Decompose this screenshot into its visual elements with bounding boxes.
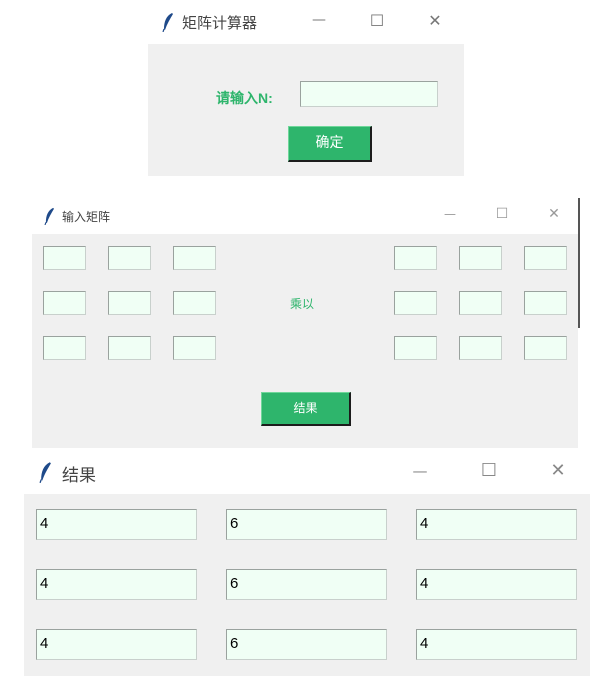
matrix-a-cell[interactable] — [43, 291, 86, 315]
matrix-a-cell[interactable] — [173, 246, 216, 270]
matrix-a-cell[interactable] — [173, 336, 216, 360]
title-bar[interactable]: 结果 — ☐ ✕ — [24, 450, 590, 494]
result-cell[interactable]: 4 — [36, 509, 197, 540]
matrix-a-cell[interactable] — [173, 291, 216, 315]
matrix-b-cell[interactable] — [394, 336, 437, 360]
feather-icon — [162, 12, 174, 36]
confirm-button[interactable]: 确定 — [288, 126, 372, 162]
matrix-b-cell[interactable] — [459, 291, 502, 315]
client-area: 4 6 4 4 6 4 4 6 4 — [24, 494, 590, 676]
feather-icon — [44, 207, 55, 229]
window-edge — [578, 198, 580, 328]
matrix-b-cell[interactable] — [459, 246, 502, 270]
matrix-b-cell[interactable] — [524, 246, 567, 270]
result-cell[interactable]: 6 — [226, 629, 387, 660]
result-cell[interactable]: 4 — [36, 629, 197, 660]
result-cell[interactable]: 6 — [226, 509, 387, 540]
result-cell[interactable]: 4 — [416, 509, 577, 540]
matrix-calculator-window: 矩阵计算器 — ☐ ✕ 请输入N: 确定 — [148, 0, 464, 176]
result-cell[interactable]: 4 — [36, 569, 197, 600]
minimize-button[interactable]: — — [404, 462, 436, 480]
result-window: 结果 — ☐ ✕ 4 6 4 4 6 4 4 6 4 — [24, 450, 590, 676]
matrix-a-cell[interactable] — [108, 291, 151, 315]
matrix-a-cell[interactable] — [43, 246, 86, 270]
n-input[interactable] — [300, 81, 438, 107]
matrix-b-cell[interactable] — [524, 336, 567, 360]
minimize-button[interactable]: — — [436, 207, 464, 221]
close-button[interactable]: ✕ — [542, 460, 574, 481]
window-title: 输入矩阵 — [62, 210, 111, 224]
window-title: 矩阵计算器 — [182, 14, 258, 32]
title-bar[interactable]: 输入矩阵 — ☐ ✕ — [32, 198, 580, 234]
matrix-b-cell[interactable] — [394, 246, 437, 270]
maximize-button[interactable]: ☐ — [362, 11, 392, 30]
matrix-b-cell[interactable] — [524, 291, 567, 315]
window-title: 结果 — [62, 466, 96, 486]
matrix-a-cell[interactable] — [108, 246, 151, 270]
result-cell[interactable]: 4 — [416, 569, 577, 600]
maximize-button[interactable]: ☐ — [488, 206, 516, 222]
close-button[interactable]: ✕ — [420, 11, 450, 30]
matrix-a-cell[interactable] — [43, 336, 86, 360]
n-label: 请输入N: — [216, 90, 273, 106]
close-button[interactable]: ✕ — [540, 206, 568, 222]
maximize-button[interactable]: ☐ — [473, 460, 505, 481]
result-button[interactable]: 结果 — [261, 392, 351, 426]
client-area: 请输入N: 确定 — [148, 44, 464, 176]
operator-label: 乘以 — [290, 297, 315, 311]
feather-icon — [39, 461, 52, 487]
result-cell[interactable]: 4 — [416, 629, 577, 660]
matrix-b-cell[interactable] — [459, 336, 502, 360]
matrix-b-cell[interactable] — [394, 291, 437, 315]
title-bar[interactable]: 矩阵计算器 — ☐ ✕ — [148, 0, 464, 44]
client-area: 乘以 结果 — [32, 234, 578, 448]
input-matrix-window: 输入矩阵 — ☐ ✕ 乘以 结果 — [32, 198, 580, 454]
matrix-a-cell[interactable] — [108, 336, 151, 360]
minimize-button[interactable]: — — [304, 12, 334, 28]
result-cell[interactable]: 6 — [226, 569, 387, 600]
